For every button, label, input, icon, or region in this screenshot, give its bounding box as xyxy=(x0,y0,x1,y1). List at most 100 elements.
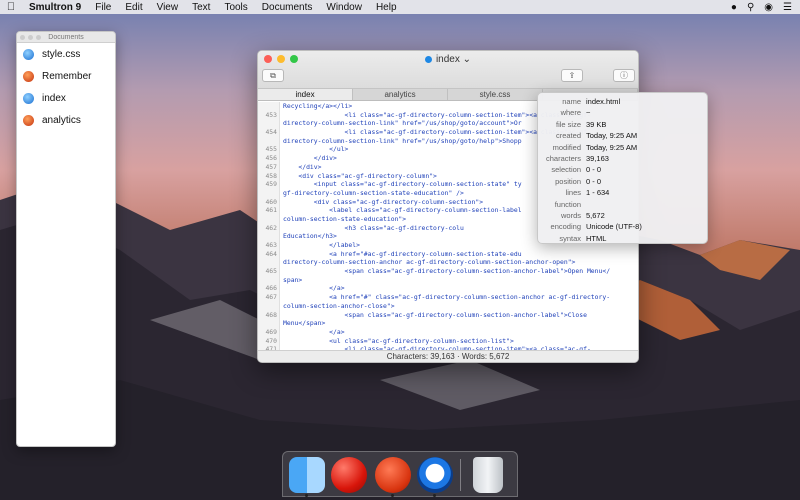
info-value: 5,672 xyxy=(586,210,605,220)
line-number xyxy=(258,119,277,128)
info-row-modified: modified Today, 9:25 AM xyxy=(538,142,707,153)
info-label: created xyxy=(555,131,581,141)
document-name: index xyxy=(42,92,66,104)
line-number xyxy=(258,319,277,328)
quicktime-icon[interactable] xyxy=(417,457,453,493)
status-bar: Characters: 39,163 · Words: 5,672 xyxy=(258,350,638,362)
tab-analytics[interactable]: analytics xyxy=(353,89,448,100)
code-line: </a> xyxy=(283,284,345,293)
menu-app-name[interactable]: Smultron 9 xyxy=(22,2,88,13)
info-value: 1 - 634 xyxy=(586,188,610,198)
apple-menu-icon[interactable]:  xyxy=(0,1,22,13)
menu-help[interactable]: Help xyxy=(369,2,404,13)
info-label: function xyxy=(554,199,581,209)
tab-style-css[interactable]: style.css xyxy=(448,89,543,100)
code-line: <a href="#" class="ac-gf-directory-colum… xyxy=(283,293,611,302)
line-number xyxy=(258,258,277,267)
dock-separator xyxy=(460,459,461,491)
line-number: 463 xyxy=(265,241,277,249)
line-number xyxy=(258,232,277,241)
line-number: 456 xyxy=(265,154,277,163)
menu-tools[interactable]: Tools xyxy=(217,2,254,13)
info-row-file-size: file size 39 KB xyxy=(538,119,707,130)
document-item-analytics[interactable]: analytics xyxy=(17,109,115,131)
line-number: 465 xyxy=(265,267,277,276)
duplicate-button[interactable]: ⧉ xyxy=(262,69,284,82)
tab-index[interactable]: index xyxy=(258,89,353,100)
panel-window-controls[interactable] xyxy=(20,35,41,40)
info-row-position: position 0 - 0 xyxy=(538,176,707,187)
info-label: characters xyxy=(545,153,581,163)
search-icon[interactable]: ⚲ xyxy=(747,2,754,13)
line-number: 466 xyxy=(265,284,277,293)
document-item-style-css[interactable]: style.css xyxy=(17,43,115,65)
info-value: 39,163 xyxy=(586,153,609,163)
trash-icon[interactable] xyxy=(473,457,503,493)
info-label: where xyxy=(560,108,581,118)
info-label: modified xyxy=(552,142,581,152)
line-number xyxy=(258,137,277,146)
info-label: selection xyxy=(551,165,581,175)
document-name: Remember xyxy=(42,70,92,82)
css-doc-icon xyxy=(23,92,34,104)
text-doc-icon xyxy=(23,70,34,82)
window-title-text: index xyxy=(435,54,460,65)
info-row-encoding: encoding Unicode (UTF-8) xyxy=(538,221,707,232)
document-name: style.css xyxy=(42,48,81,60)
running-indicator xyxy=(305,494,308,497)
window-title[interactable]: index ⌄ xyxy=(258,54,638,65)
info-value: 0 - 0 xyxy=(586,176,602,186)
menu-documents[interactable]: Documents xyxy=(255,2,320,13)
document-info-popover: name index.html where ~ file size 39 KB create… xyxy=(537,92,708,244)
finder-icon[interactable] xyxy=(289,457,325,493)
info-value: ~ xyxy=(586,108,591,118)
document-proxy-icon xyxy=(424,56,432,63)
line-number: 470 xyxy=(265,336,277,345)
info-row-created: created Today, 9:25 AM xyxy=(538,130,707,141)
code-line: Menu</span> xyxy=(283,319,326,328)
share-button[interactable]: ⇪ xyxy=(561,69,583,82)
info-value: index.html xyxy=(586,97,621,106)
info-label: file size xyxy=(555,119,581,129)
menu-text[interactable]: Text xyxy=(185,2,217,13)
document-name: analytics xyxy=(42,114,81,126)
info-value: Today, 9:25 AM xyxy=(586,142,638,152)
siri-icon[interactable]: ◉ xyxy=(764,2,773,13)
document-item-index[interactable]: index xyxy=(17,87,115,109)
menu-file[interactable]: File xyxy=(88,2,118,13)
line-number: 453 xyxy=(265,110,277,119)
line-number: 455 xyxy=(265,145,277,154)
line-number xyxy=(258,102,277,111)
info-label: syntax xyxy=(559,233,581,243)
menu-window[interactable]: Window xyxy=(319,2,369,13)
info-label: words xyxy=(560,210,581,220)
chevron-down-icon: ⌄ xyxy=(462,54,472,65)
menu-edit[interactable]: Edit xyxy=(118,2,149,13)
running-indicator xyxy=(433,494,436,497)
info-value: Unicode (UTF-8) xyxy=(586,222,642,232)
info-button[interactable]: ⓘ xyxy=(613,69,635,82)
code-line: <span class="ac-gf-directory-column-sect… xyxy=(283,267,611,276)
line-number xyxy=(258,189,277,198)
documents-panel-title: Documents xyxy=(48,34,84,41)
menu-view[interactable]: View xyxy=(150,2,186,13)
notification-center-icon[interactable]: ☰ xyxy=(783,2,792,13)
info-label: encoding xyxy=(550,222,581,232)
line-number: 457 xyxy=(265,162,277,171)
line-number: 460 xyxy=(265,197,277,206)
line-number: 468 xyxy=(265,310,277,319)
info-row-syntax: syntax HTML xyxy=(538,233,707,244)
code-line: column-section-anchor-close"> xyxy=(283,301,395,310)
info-row-words: words 5,672 xyxy=(538,210,707,221)
red-ball-icon[interactable] xyxy=(331,457,367,493)
user-icon[interactable]: ● xyxy=(731,2,737,13)
tomato-app-icon[interactable] xyxy=(375,457,411,493)
document-item-remember[interactable]: Remember xyxy=(17,65,115,87)
line-number: 461 xyxy=(265,206,277,215)
share-icon: ⇪ xyxy=(568,71,576,80)
documents-panel: Documents style.css Remember index analy… xyxy=(16,31,116,447)
info-value: 0 - 0 xyxy=(586,165,602,175)
code-line: directory-column-section-anchor ac-gf-di… xyxy=(283,258,576,267)
text-doc-icon xyxy=(23,114,34,126)
menu-bar:  Smultron 9 File Edit View Text Tools D… xyxy=(0,0,800,14)
